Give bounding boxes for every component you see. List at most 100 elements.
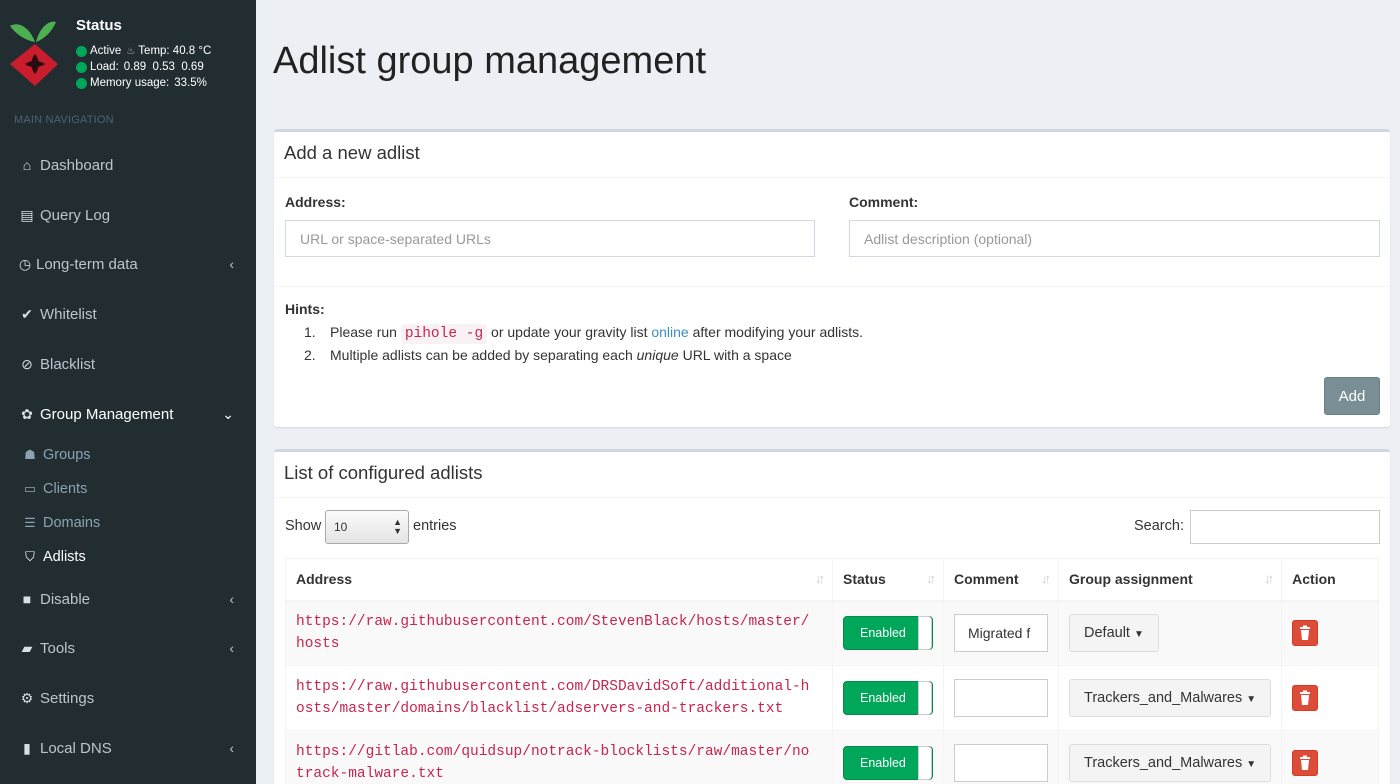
search-input[interactable] — [1190, 510, 1380, 544]
status-toggle[interactable]: Enabled — [843, 746, 933, 780]
folder-icon: ▰ — [21, 639, 33, 656]
address-label: Address: — [285, 194, 346, 210]
comment-field[interactable]: Migrated f — [954, 614, 1048, 653]
column-header-address[interactable]: Address ↓↑ — [285, 558, 833, 602]
table-row: https://raw.githubusercontent.com/DRSDav… — [285, 665, 1379, 731]
temperature: Temp: 40.8 °C — [138, 45, 212, 57]
comment-input[interactable] — [849, 220, 1380, 257]
online-link[interactable]: online — [651, 324, 688, 340]
sort-icon: ↓↑ — [815, 571, 825, 586]
status-dot-icon — [76, 45, 87, 57]
adlist-table-title: List of configured adlists — [274, 452, 1390, 498]
group-select[interactable]: Trackers_and_Malwares ▼ — [1069, 744, 1272, 782]
status-toggle[interactable]: Enabled — [843, 681, 933, 715]
page-length-value: 10 — [334, 520, 348, 534]
pihole-logo — [10, 21, 58, 86]
memory-label: Memory usage: — [90, 77, 170, 89]
chevron-left-icon: ‹ — [229, 740, 234, 756]
sort-icon: ↓↑ — [926, 571, 936, 586]
sidebar-item-disable[interactable]: ■ Disable ‹ — [0, 579, 256, 619]
sidebar-item-tools[interactable]: ▰ Tools ‹ — [0, 628, 256, 668]
sidebar-item-domains[interactable]: ☰ Domains — [0, 508, 256, 538]
adlist-url[interactable]: osts/master/domains/blacklist/adservers-… — [296, 701, 783, 717]
sidebar-item-label: Disable — [40, 590, 91, 608]
sidebar-item-dashboard[interactable]: ⌂ Dashboard — [0, 145, 256, 185]
group-cell: Trackers_and_Malwares ▼ — [1057, 665, 1283, 731]
sidebar-item-blacklist[interactable]: ⊘ Blacklist — [0, 344, 256, 384]
action-cell — [1281, 730, 1379, 784]
adlist-url[interactable]: https://raw.githubusercontent.com/Steven… — [296, 614, 809, 630]
users-icon: ✿ — [21, 405, 33, 422]
comment-cell — [943, 730, 1059, 784]
status-cell: Enabled — [832, 730, 944, 784]
adlist-url[interactable]: https://gitlab.com/quidsup/notrack-block… — [296, 744, 809, 760]
page-length-select[interactable]: 10 ▲ ▼ — [325, 510, 409, 544]
group-select[interactable]: Trackers_and_Malwares ▼ — [1069, 679, 1272, 717]
caret-down-icon: ▼ — [1133, 629, 1144, 641]
sort-icon: ↓↑ — [1041, 571, 1051, 586]
sidebar-item-label: Query Log — [40, 206, 111, 224]
sort-icon: ↓↑ — [1264, 571, 1274, 586]
adlist-url[interactable]: https://raw.githubusercontent.com/DRSDav… — [296, 679, 809, 695]
status-cell: Enabled — [832, 600, 944, 666]
add-button[interactable]: Add — [1324, 377, 1380, 415]
adlist-url[interactable]: hosts — [296, 636, 340, 652]
chevron-left-icon: ‹ — [229, 640, 234, 656]
load-values: 0.89 0.53 0.69 — [123, 61, 204, 73]
clock-icon: ◷ — [18, 255, 32, 272]
column-header-status[interactable]: Status ↓↑ — [832, 558, 944, 602]
status-title: Status — [76, 17, 122, 34]
sidebar-item-label: Domains — [43, 515, 101, 531]
sidebar-item-local-dns[interactable]: ▮ Local DNS ‹ — [0, 728, 256, 768]
comment-field[interactable] — [954, 679, 1048, 717]
sidebar-item-groups[interactable]: ☗ Groups — [0, 440, 256, 470]
load-dot-icon — [76, 61, 87, 73]
list-icon: ☰ — [24, 515, 36, 530]
chevron-left-icon: ‹ — [229, 256, 234, 272]
table-row: https://raw.githubusercontent.com/Steven… — [285, 600, 1379, 666]
status-active: Active — [90, 45, 122, 57]
status-active-line: Active ♨ Temp: 40.8 °C — [76, 45, 211, 57]
sidebar-item-query-log[interactable]: ▤ Query Log — [0, 195, 256, 235]
file-icon: ▤ — [20, 206, 34, 223]
delete-button[interactable] — [1292, 620, 1319, 647]
entries-label: entries — [413, 518, 457, 534]
sidebar-item-label: Adlists — [43, 549, 86, 565]
hint-2: 2. Multiple adlists can be added by separ… — [304, 347, 792, 363]
status-toggle[interactable]: Enabled — [843, 616, 933, 651]
toggle-knob — [918, 681, 932, 715]
sidebar-item-adlists[interactable]: ⛉ Adlists — [0, 542, 256, 572]
select-arrows-icon: ▲ ▼ — [393, 517, 402, 536]
users-icon: ☗ — [24, 447, 36, 462]
column-header-comment[interactable]: Comment ↓↑ — [943, 558, 1059, 602]
memory-line: Memory usage: 33.5% — [76, 77, 207, 89]
sidebar-item-clients[interactable]: ▭ Clients — [0, 474, 256, 504]
hint-text: or update your gravity list — [491, 324, 648, 340]
sidebar-item-label: Tools — [40, 639, 76, 657]
column-header-group-assignment[interactable]: Group assignment ↓↑ — [1057, 558, 1283, 602]
load-line: Load: 0.89 0.53 0.69 — [76, 61, 204, 73]
sidebar-item-long-term-data[interactable]: ◷ Long-term data ‹ — [0, 244, 256, 284]
delete-button[interactable] — [1292, 750, 1319, 776]
address-input[interactable] — [285, 220, 815, 257]
comment-field[interactable] — [954, 744, 1048, 782]
comment-cell — [943, 665, 1059, 731]
sidebar-item-label: Dashboard — [40, 156, 114, 174]
adlist-table-box: List of configured adlists Show 10 ▲ ▼ en… — [274, 449, 1390, 784]
stop-icon: ■ — [22, 591, 32, 607]
hint-text: Multiple adlists can be added by separat… — [330, 347, 633, 363]
sidebar: Status Active ♨ Temp: 40.8 °C Load: 0.89… — [0, 0, 256, 784]
sidebar-item-label: Clients — [43, 481, 88, 497]
adlist-url[interactable]: track-malware.txt — [296, 766, 444, 782]
delete-button[interactable] — [1292, 685, 1319, 711]
group-select[interactable]: Default ▼ — [1069, 614, 1159, 653]
divider — [274, 286, 1390, 287]
sidebar-item-settings[interactable]: ⚙ Settings — [0, 678, 256, 718]
caret-down-icon: ▼ — [1246, 694, 1257, 705]
sidebar-item-group-management[interactable]: ✿ Group Management ⌄ — [0, 394, 256, 434]
sidebar-item-label: Local DNS — [40, 739, 112, 757]
hint-emphasis: unique — [636, 347, 679, 363]
address-cell: https://gitlab.com/quidsup/notrack-block… — [285, 730, 833, 784]
sidebar-item-label: Groups — [43, 447, 91, 463]
sidebar-item-whitelist[interactable]: ✔ Whitelist — [0, 294, 256, 334]
